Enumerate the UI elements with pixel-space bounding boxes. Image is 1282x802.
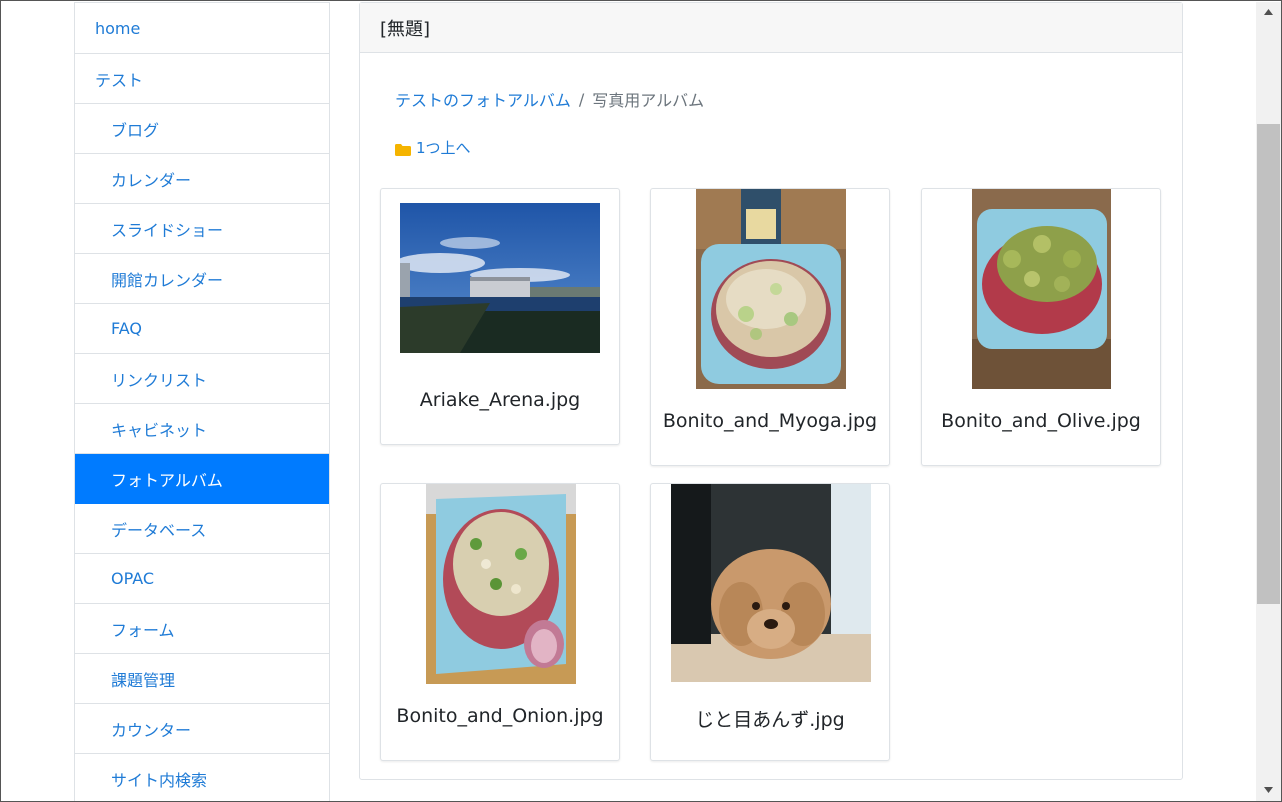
panel-title: [無題]: [360, 3, 1182, 53]
breadcrumb-current: 写真用アルバム: [592, 91, 705, 110]
photo-thumbnail-bonito-myoga[interactable]: [696, 189, 846, 389]
sidebar-item-opac[interactable]: OPAC: [75, 554, 329, 604]
scroll-up-arrow[interactable]: [1256, 2, 1281, 22]
breadcrumb-parent-link[interactable]: テストのフォトアルバム: [395, 87, 571, 111]
photo-thumbnail-bonito-onion[interactable]: [426, 484, 576, 684]
sidebar-item-counter[interactable]: カウンター: [75, 704, 329, 754]
photo-thumbnail-bonito-olive[interactable]: [972, 189, 1111, 389]
sidebar-item-task-management[interactable]: 課題管理: [75, 654, 329, 704]
folder-icon: [395, 142, 411, 156]
sidebar-item-opening-calendar[interactable]: 開館カレンダー: [75, 254, 329, 304]
photo-album-panel: [無題] テストのフォトアルバム / 写真用アルバム 1つ上へ Ariake_A…: [359, 2, 1183, 780]
photo-card[interactable]: Bonito_and_Myoga.jpg: [650, 188, 890, 466]
sidebar-item-site-search[interactable]: サイト内検索: [75, 754, 329, 801]
photo-caption: じと目あんず.jpg: [695, 709, 845, 731]
photo-thumbnail-ariake-arena[interactable]: [400, 203, 600, 353]
sidebar-item-blog[interactable]: ブログ: [75, 104, 329, 154]
sidebar-item-home[interactable]: home: [75, 3, 329, 54]
browser-viewport: home テスト ブログ カレンダー スライドショー 開館カレンダー FAQ リ…: [0, 0, 1282, 802]
sidebar-item-photoalbum[interactable]: フォトアルバム: [75, 454, 329, 504]
sidebar-item-slideshow[interactable]: スライドショー: [75, 204, 329, 254]
up-one-level-link[interactable]: 1つ上へ: [395, 137, 471, 158]
sidebar-menu: home テスト ブログ カレンダー スライドショー 開館カレンダー FAQ リ…: [74, 2, 330, 801]
sidebar-item-form[interactable]: フォーム: [75, 604, 329, 654]
scroll-down-arrow[interactable]: [1256, 780, 1281, 800]
scrollbar-thumb[interactable]: [1257, 124, 1280, 604]
sidebar-item-calendar[interactable]: カレンダー: [75, 154, 329, 204]
sidebar-item-linklist[interactable]: リンクリスト: [75, 354, 329, 404]
photo-caption: Bonito_and_Myoga.jpg: [662, 410, 878, 432]
photo-card[interactable]: Bonito_and_Onion.jpg: [380, 483, 620, 761]
photo-caption: Bonito_and_Olive.jpg: [941, 410, 1141, 432]
breadcrumb: テストのフォトアルバム / 写真用アルバム: [395, 87, 704, 111]
sidebar-item-test[interactable]: テスト: [75, 54, 329, 104]
photo-card[interactable]: じと目あんず.jpg: [650, 483, 890, 761]
photo-card[interactable]: Ariake_Arena.jpg: [380, 188, 620, 445]
sidebar-item-faq[interactable]: FAQ: [75, 304, 329, 354]
up-one-level-label: 1つ上へ: [416, 139, 471, 157]
photo-caption: Ariake_Arena.jpg: [419, 389, 581, 411]
sidebar-item-cabinet[interactable]: キャビネット: [75, 404, 329, 454]
photo-caption: Bonito_and_Onion.jpg: [396, 705, 604, 727]
photo-card[interactable]: Bonito_and_Olive.jpg: [921, 188, 1161, 466]
vertical-scrollbar[interactable]: [1256, 2, 1281, 801]
breadcrumb-separator: /: [578, 89, 585, 109]
sidebar-item-database[interactable]: データベース: [75, 504, 329, 554]
photo-thumbnail-jitome-anzu[interactable]: [671, 484, 871, 682]
